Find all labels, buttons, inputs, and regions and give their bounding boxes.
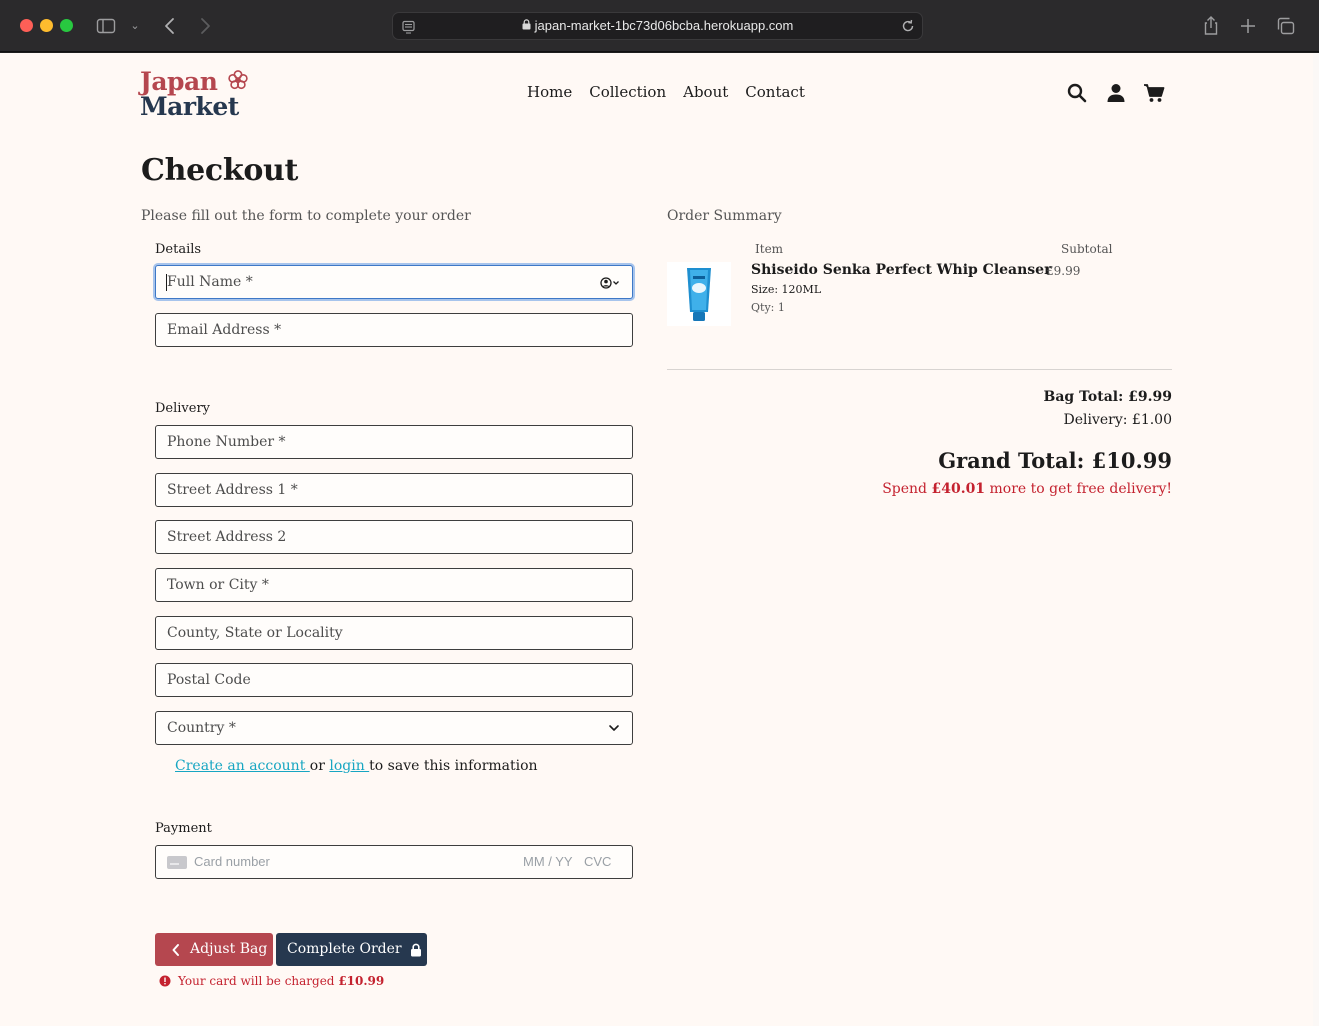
page-viewport: Japan Market Home Collection About Conta… <box>0 53 1313 1026</box>
site-logo[interactable]: Japan Market <box>140 67 252 123</box>
phone-placeholder: Phone Number * <box>167 434 286 450</box>
zoom-window-button[interactable] <box>60 19 73 32</box>
complete-order-button[interactable]: Complete Order <box>276 933 427 966</box>
delivery-legend: Delivery <box>155 401 211 416</box>
order-summary-heading: Order Summary <box>667 208 782 224</box>
complete-order-label: Complete Order <box>287 941 402 957</box>
product-name: Shiseido Senka Perfect Whip Cleanser <box>751 262 1052 278</box>
county-placeholder: County, State or Locality <box>167 625 343 641</box>
lock-icon <box>410 943 421 956</box>
town-city-input[interactable]: Town or City * <box>155 568 633 602</box>
phone-input[interactable]: Phone Number * <box>155 425 633 459</box>
details-legend: Details <box>155 242 202 257</box>
card-cvc-placeholder[interactable]: CVC <box>584 846 611 878</box>
alert-circle-icon <box>159 975 171 987</box>
product-qty: Qty: 1 <box>751 301 785 314</box>
forward-icon[interactable] <box>195 14 215 38</box>
street-address-2-input[interactable]: Street Address 2 <box>155 520 633 554</box>
cleanser-tube-image <box>667 262 731 326</box>
postal-code-input[interactable]: Postal Code <box>155 663 633 697</box>
country-placeholder: Country * <box>167 720 236 736</box>
logo-text-market: Market <box>140 92 239 121</box>
save-info-text: Create an account or login to save this … <box>175 758 538 774</box>
sidebar-toggle-icon[interactable] <box>96 14 120 38</box>
main-nav: Home Collection About Contact <box>527 83 805 101</box>
grand-total: Grand Total: £10.99 <box>938 448 1172 473</box>
new-tab-icon[interactable] <box>1237 14 1259 38</box>
town-city-placeholder: Town or City * <box>167 577 269 593</box>
charge-note: Your card will be charged £10.99 <box>159 974 384 988</box>
street-address-2-placeholder: Street Address 2 <box>167 529 287 545</box>
charge-amount: £10.99 <box>338 974 385 988</box>
postal-code-placeholder: Postal Code <box>167 672 251 688</box>
nav-about[interactable]: About <box>683 83 728 101</box>
free-delivery-note: Spend £40.01 more to get free delivery! <box>882 481 1172 497</box>
chevron-down-icon <box>609 725 619 731</box>
item-column-header: Item <box>755 242 784 256</box>
browser-toolbar: ⌄ japan-market-1bc73d06bcba.herokuapp.co… <box>0 0 1319 52</box>
minimize-window-button[interactable] <box>40 19 53 32</box>
card-expiry-placeholder[interactable]: MM / YY <box>523 846 573 878</box>
adjust-bag-button[interactable]: Adjust Bag <box>155 933 273 966</box>
email-input[interactable]: Email Address * <box>155 313 633 347</box>
nav-contact[interactable]: Contact <box>745 83 805 101</box>
product-size: Size: 120ML <box>751 283 822 296</box>
chevron-left-icon <box>172 943 179 956</box>
chevron-down-icon[interactable]: ⌄ <box>128 14 142 38</box>
email-placeholder: Email Address * <box>167 322 282 338</box>
reload-icon[interactable] <box>900 18 916 34</box>
summary-divider <box>667 369 1172 370</box>
free-delivery-amount: £40.01 <box>931 481 986 497</box>
nav-home[interactable]: Home <box>527 83 572 101</box>
street-address-1-placeholder: Street Address 1 * <box>167 482 298 498</box>
create-account-link[interactable]: Create an account <box>175 758 310 774</box>
full-name-placeholder: Full Name * <box>167 274 253 290</box>
search-icon[interactable] <box>1066 82 1088 104</box>
user-icon[interactable] <box>1105 82 1127 104</box>
county-input[interactable]: County, State or Locality <box>155 616 633 650</box>
product-image <box>667 262 731 326</box>
close-window-button[interactable] <box>20 19 33 32</box>
tab-overview-icon[interactable] <box>1275 14 1297 38</box>
payment-legend: Payment <box>155 821 212 836</box>
bag-total: Bag Total: £9.99 <box>1043 389 1172 405</box>
delivery-cost: Delivery: £1.00 <box>1063 412 1172 428</box>
back-icon[interactable] <box>160 14 180 38</box>
share-icon[interactable] <box>1200 14 1222 38</box>
street-address-1-input[interactable]: Street Address 1 * <box>155 473 633 507</box>
page-title: Checkout <box>141 153 299 188</box>
card-element[interactable]: Card number MM / YY CVC <box>155 845 633 879</box>
form-intro-text: Please fill out the form to complete you… <box>141 208 471 224</box>
sakura-flower-icon <box>228 70 248 90</box>
cart-icon[interactable] <box>1143 82 1165 104</box>
address-bar[interactable]: japan-market-1bc73d06bcba.herokuapp.com <box>392 12 923 40</box>
adjust-bag-label: Adjust Bag <box>190 941 268 957</box>
lock-icon <box>522 13 531 39</box>
background-window-edge <box>1313 53 1319 1026</box>
subtotal-column-header: Subtotal <box>1061 242 1113 256</box>
nav-collection[interactable]: Collection <box>589 83 666 101</box>
product-subtotal: £9.99 <box>1046 264 1081 278</box>
card-number-placeholder[interactable]: Card number <box>194 846 270 878</box>
login-link[interactable]: login <box>329 758 369 774</box>
country-select[interactable]: Country * <box>155 711 633 745</box>
credit-card-icon <box>167 856 187 869</box>
contact-autofill-icon[interactable] <box>600 276 620 290</box>
full-name-input[interactable]: Full Name * <box>155 265 633 299</box>
url-text: japan-market-1bc73d06bcba.herokuapp.com <box>534 18 794 33</box>
